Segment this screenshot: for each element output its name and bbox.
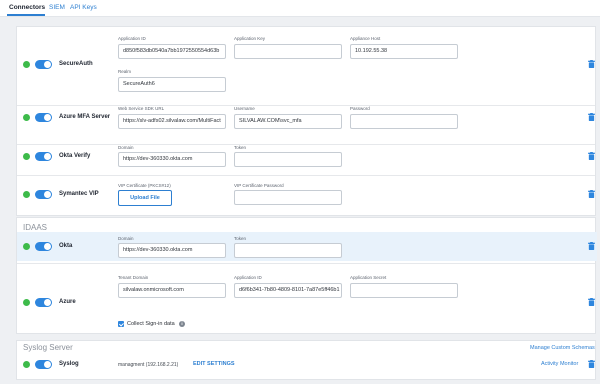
section-title: Syslog Server: [23, 343, 73, 352]
trash-icon[interactable]: [588, 113, 595, 121]
field-label: Domain: [118, 236, 134, 241]
tab-connectors[interactable]: Connectors: [9, 3, 45, 12]
connector-name: Okta Verify: [59, 153, 91, 159]
tab-siem[interactable]: SIEM: [49, 3, 65, 12]
connector-name: SecureAuth: [59, 61, 93, 67]
status-dot: [23, 243, 30, 250]
connector-name: Symantec VIP: [59, 191, 99, 197]
idaas-panel: IDAAS Okta Domain https://dev-360330.okt…: [16, 217, 597, 334]
connector-row-okta: Okta Domain https://dev-360330.okta.com …: [17, 232, 597, 261]
okta-domain-input[interactable]: https://dev-360330.okta.com: [118, 243, 226, 258]
realm-input[interactable]: SecureAuth6: [118, 77, 226, 92]
status-dot: [23, 153, 30, 160]
tab-api-keys[interactable]: API Keys: [70, 3, 97, 12]
cert-password-input[interactable]: [234, 190, 342, 205]
syslog-host-text: managment (192.168.2.21): [118, 362, 179, 368]
syslog-panel: Syslog Server Manage Custom Schemas Sysl…: [16, 340, 596, 380]
azure-mfa-toggle[interactable]: [35, 113, 52, 122]
field-label: Appliance Host: [350, 36, 381, 41]
trash-icon[interactable]: [588, 152, 595, 160]
field-label: Token: [234, 236, 247, 241]
field-label: VIP Certificate (PKCS#12): [118, 183, 171, 188]
syslog-toggle[interactable]: [35, 360, 52, 369]
section-title: IDAAS: [23, 223, 48, 232]
trash-icon[interactable]: [588, 242, 595, 250]
okta-verify-toggle[interactable]: [35, 152, 52, 161]
field-label: Username: [234, 106, 255, 111]
symantec-toggle[interactable]: [35, 190, 52, 199]
status-dot: [23, 299, 30, 306]
connector-row-okta-verify: Okta Verify Domain https://dev-360330.ok…: [17, 144, 597, 175]
status-dot: [23, 114, 30, 121]
connectors-panel: SecureAuth Application ID d850f583db0540…: [16, 26, 596, 216]
upload-file-button[interactable]: Upload File: [118, 190, 172, 206]
field-label: Application ID: [234, 275, 262, 280]
tenant-domain-input[interactable]: silvalaw.onmicrosoft.com: [118, 283, 226, 298]
collect-signin-checkbox[interactable]: [118, 321, 124, 327]
field-label: Tenant Domain: [118, 275, 149, 280]
secureauth-toggle[interactable]: [35, 60, 52, 69]
connector-name: Okta: [59, 243, 73, 249]
trash-icon[interactable]: [588, 190, 595, 198]
tab-bar: Connectors SIEM API Keys: [0, 0, 600, 17]
connector-name: Azure: [59, 299, 76, 305]
edit-settings-link[interactable]: EDIT SETTINGS: [193, 361, 235, 367]
field-label: Application Secret: [350, 275, 387, 280]
active-tab-indicator: [7, 14, 45, 16]
connector-row-symantec: Symantec VIP VIP Certificate (PKCS#12) U…: [17, 175, 597, 215]
trash-icon[interactable]: [588, 298, 595, 306]
okta-toggle[interactable]: [35, 242, 52, 251]
trash-icon[interactable]: [588, 360, 595, 368]
connector-row-azure-mfa: Azure MFA Server Web Service SDK URL htt…: [17, 105, 597, 144]
field-label: Application Key: [234, 36, 266, 41]
activity-monitor-link[interactable]: Activity Monitor: [541, 361, 578, 367]
domain-input[interactable]: https://dev-360330.okta.com: [118, 152, 226, 167]
sdk-url-input[interactable]: https://slv-adfs02.silvalaw.com/MultiFac…: [118, 114, 226, 129]
status-dot: [23, 361, 30, 368]
status-dot: [23, 61, 30, 68]
connector-name: Azure MFA Server: [59, 114, 111, 120]
appliance-host-input[interactable]: 10.192.55.38: [350, 44, 458, 59]
field-label: Token: [234, 145, 247, 150]
application-id-input[interactable]: d850f583db0540a7bb1972550554d63b: [118, 44, 226, 59]
field-label: Realm: [118, 69, 132, 74]
token-input[interactable]: [234, 152, 342, 167]
field-label: Domain: [118, 145, 134, 150]
connector-row-secureauth: SecureAuth Application ID d850f583db0540…: [17, 27, 597, 105]
field-label: Password: [350, 106, 370, 111]
application-key-input[interactable]: [234, 44, 342, 59]
connector-row-azure: Azure Tenant Domain silvalaw.onmicrosoft…: [17, 264, 597, 332]
okta-token-input[interactable]: [234, 243, 342, 258]
manage-custom-schemas-link[interactable]: Manage Custom Schemas: [530, 345, 595, 351]
status-dot: [23, 191, 30, 198]
connector-name: Syslog: [59, 361, 79, 367]
collect-signin-label: Collect Sign-in data: [127, 321, 175, 327]
application-secret-input[interactable]: [350, 283, 458, 298]
field-label: Application ID: [118, 36, 146, 41]
field-label: VIP Certificate Password: [234, 183, 284, 188]
password-input[interactable]: [350, 114, 458, 129]
azure-application-id-input[interactable]: d6f6b341-7b80-4809-8101-7a87e5ff46b1: [234, 283, 342, 298]
field-label: Web Service SDK URL: [118, 106, 165, 111]
azure-toggle[interactable]: [35, 298, 52, 307]
username-input[interactable]: SILVALAW.COM\svc_mfa: [234, 114, 342, 129]
info-icon[interactable]: i: [179, 321, 185, 327]
trash-icon[interactable]: [588, 60, 595, 68]
